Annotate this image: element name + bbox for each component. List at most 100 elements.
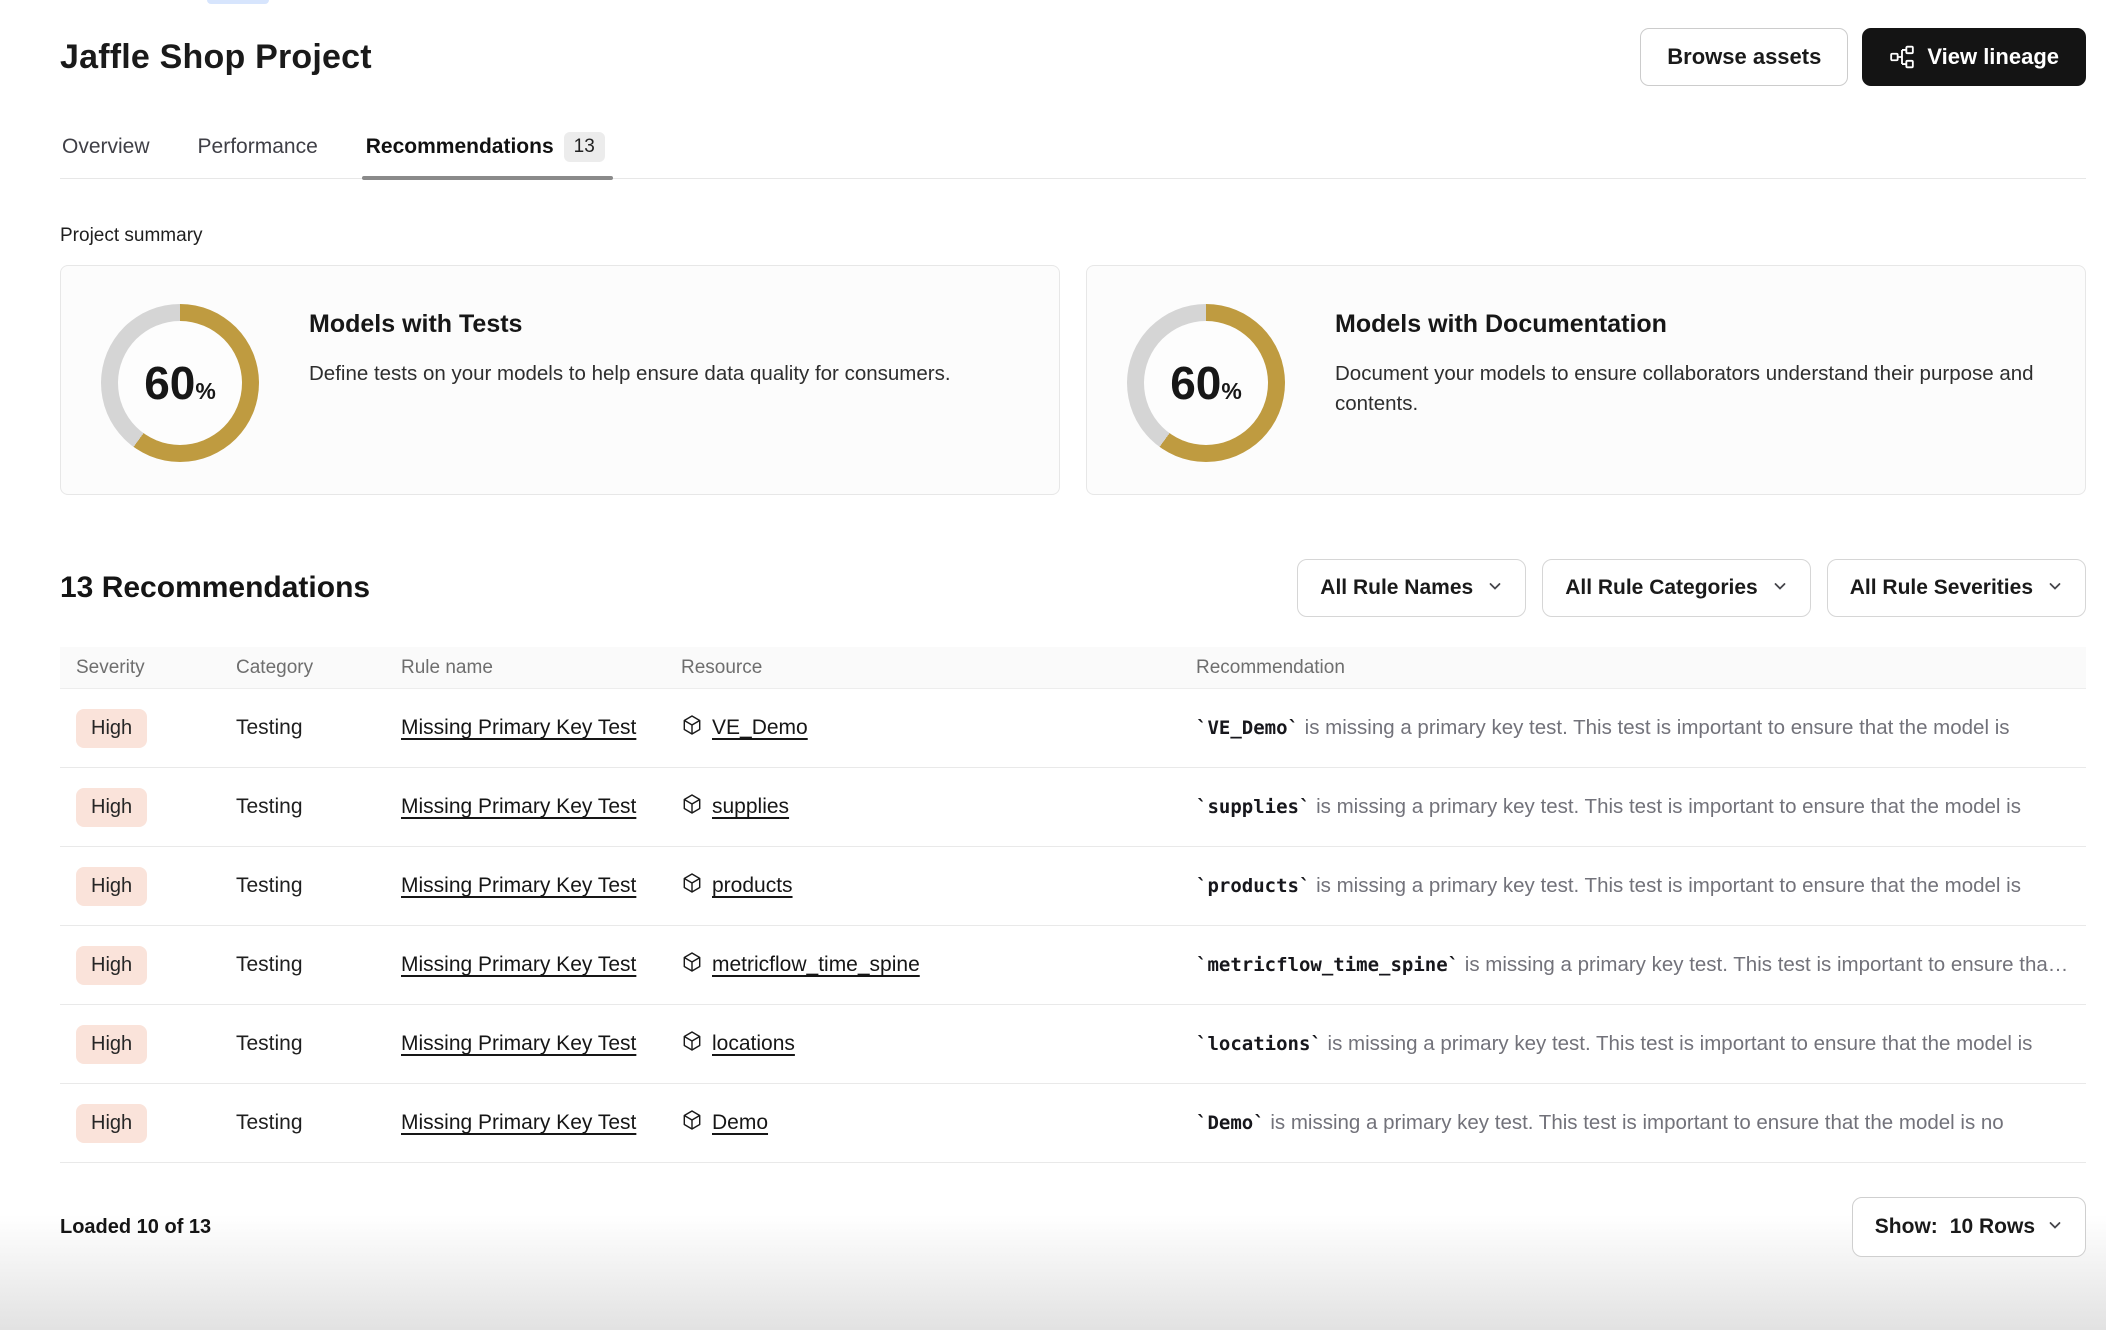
model-cube-icon [681,872,703,900]
recommendation-message: is missing a primary key test. This test… [1322,1032,2033,1055]
col-rule-name: Rule name [385,657,665,679]
table-row: High Testing Missing Primary Key Test lo… [60,1005,2086,1084]
browse-assets-label: Browse assets [1667,44,1821,70]
rule-name-link[interactable]: Missing Primary Key Test [401,795,636,818]
rule-severities-filter-label: All Rule Severities [1850,576,2033,600]
tab-recommendations-label: Recommendations [366,135,554,159]
table-row: High Testing Missing Primary Key Test De… [60,1084,2086,1163]
rule-severities-filter[interactable]: All Rule Severities [1827,559,2086,617]
resource-link[interactable]: products [712,874,793,898]
recommendation-text: `metricflow_time_spine` is missing a pri… [1180,953,2086,977]
chevron-down-icon [1487,576,1503,600]
recommendations-table: Severity Category Rule name Resource Rec… [60,647,2086,1163]
table-body: High Testing Missing Primary Key Test VE… [60,689,2086,1163]
recommendation-message: is missing a primary key test. This test… [1265,1111,2004,1134]
show-rows-dropdown[interactable]: Show: 10 Rows [1852,1197,2086,1257]
model-cube-icon [681,793,703,821]
recommendations-header: 13 Recommendations All Rule Names All Ru… [60,559,2086,617]
docs-percent: 60 [1170,321,1221,445]
resource-code: `products` [1196,875,1310,897]
rule-name-link[interactable]: Missing Primary Key Test [401,716,636,739]
rule-name-link[interactable]: Missing Primary Key Test [401,874,636,897]
models-with-tests-card: 60% Models with Tests Define tests on yo… [60,265,1060,495]
tests-percent-sign: % [195,378,215,405]
docs-donut-chart: 60% [1127,304,1285,462]
severity-badge: High [76,1025,147,1064]
resource-code: `locations` [1196,1033,1322,1055]
recommendation-text: `VE_Demo` is missing a primary key test.… [1180,716,2086,740]
resource-link[interactable]: Demo [712,1111,768,1135]
view-lineage-button[interactable]: View lineage [1862,28,2086,86]
severity-badge: High [76,946,147,985]
docs-card-description: Document your models to ensure collabora… [1335,359,2045,418]
severity-badge: High [76,709,147,748]
tests-percent: 60 [144,321,195,445]
lineage-icon [1889,44,1915,70]
tab-recommendations[interactable]: Recommendations 13 [364,132,607,178]
table-row: High Testing Missing Primary Key Test VE… [60,689,2086,768]
view-lineage-label: View lineage [1927,44,2059,70]
table-row: High Testing Missing Primary Key Test su… [60,768,2086,847]
category-cell: Testing [220,795,385,819]
loaded-status: Loaded 10 of 13 [60,1216,211,1239]
category-cell: Testing [220,1111,385,1135]
project-summary-label: Project summary [60,225,2086,247]
rule-name-link[interactable]: Missing Primary Key Test [401,1032,636,1055]
show-value: 10 Rows [1950,1215,2035,1239]
resource-link[interactable]: locations [712,1032,795,1056]
recommendation-text: `products` is missing a primary key test… [1180,874,2086,898]
recommendation-message: is missing a primary key test. This test… [1459,953,2086,976]
rule-names-filter-label: All Rule Names [1320,576,1473,600]
tests-donut-chart: 60% [101,304,259,462]
rule-name-link[interactable]: Missing Primary Key Test [401,1111,636,1134]
model-cube-icon [681,1030,703,1058]
resource-code: `supplies` [1196,796,1310,818]
docs-donut-value: 60% [1144,321,1268,445]
tests-card-description: Define tests on your models to help ensu… [309,359,951,389]
chevron-down-icon [2047,1215,2063,1239]
recommendation-message: is missing a primary key test. This test… [1310,795,2021,818]
resource-link[interactable]: supplies [712,795,789,819]
model-cube-icon [681,951,703,979]
rule-categories-filter-label: All Rule Categories [1565,576,1758,600]
chevron-down-icon [2047,576,2063,600]
rule-categories-filter[interactable]: All Rule Categories [1542,559,1811,617]
docs-card-title: Models with Documentation [1335,310,2045,339]
tab-overview[interactable]: Overview [60,132,152,178]
rule-name-link[interactable]: Missing Primary Key Test [401,953,636,976]
resource-link[interactable]: metricflow_time_spine [712,953,920,977]
recommendations-heading: 13 Recommendations [60,571,370,605]
recommendations-count-badge: 13 [564,132,605,162]
page-header: Jaffle Shop Project Browse assets View l… [60,28,2086,86]
model-cube-icon [681,714,703,742]
resource-link[interactable]: VE_Demo [712,716,808,740]
project-page: Jaffle Shop Project Browse assets View l… [0,0,2106,1257]
docs-percent-sign: % [1221,378,1241,405]
severity-badge: High [76,867,147,906]
table-row: High Testing Missing Primary Key Test me… [60,926,2086,1005]
model-cube-icon [681,1109,703,1137]
table-footer: Loaded 10 of 13 Show: 10 Rows [60,1197,2086,1257]
rule-names-filter[interactable]: All Rule Names [1297,559,1526,617]
col-severity: Severity [60,657,220,679]
tests-card-text: Models with Tests Define tests on your m… [309,300,951,460]
summary-cards: 60% Models with Tests Define tests on yo… [60,265,2086,495]
category-cell: Testing [220,874,385,898]
browse-assets-button[interactable]: Browse assets [1640,28,1848,86]
severity-badge: High [76,1104,147,1143]
resource-code: `VE_Demo` [1196,717,1299,739]
filter-bar: All Rule Names All Rule Categories All R… [1297,559,2086,617]
tab-performance[interactable]: Performance [196,132,320,178]
col-category: Category [220,657,385,679]
category-cell: Testing [220,1032,385,1056]
col-resource: Resource [665,657,1180,679]
table-row: High Testing Missing Primary Key Test pr… [60,847,2086,926]
docs-card-text: Models with Documentation Document your … [1335,300,2045,460]
resource-code: `metricflow_time_spine` [1196,954,1459,976]
resource-code: `Demo` [1196,1112,1265,1134]
tab-overview-label: Overview [62,135,150,159]
show-label: Show: [1875,1215,1938,1239]
tab-bar: Overview Performance Recommendations 13 [60,132,2086,179]
table-header-row: Severity Category Rule name Resource Rec… [60,647,2086,689]
recommendation-message: is missing a primary key test. This test… [1299,716,2010,739]
